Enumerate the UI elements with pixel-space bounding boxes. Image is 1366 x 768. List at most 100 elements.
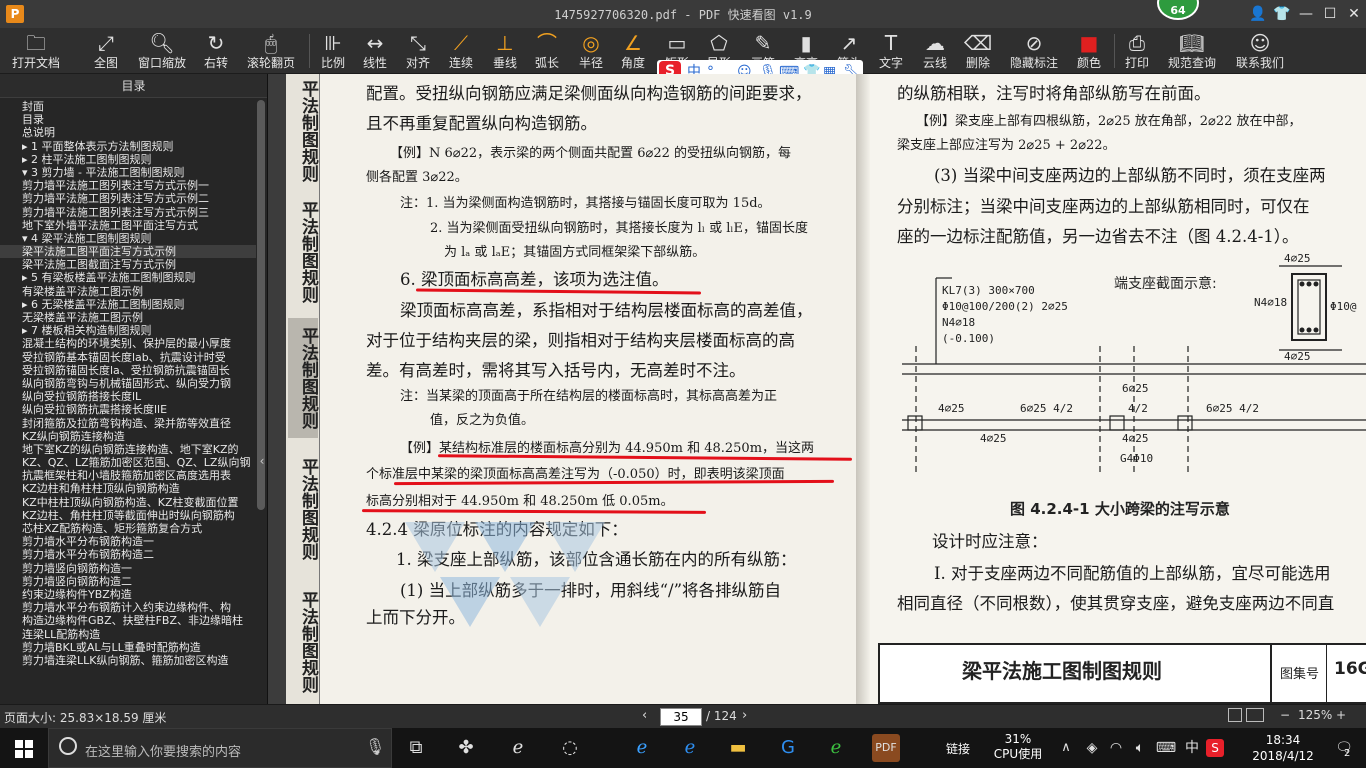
toc-item[interactable]: 纵向受拉钢筋搭接长度lL <box>0 390 256 403</box>
double-page-view-icon[interactable] <box>1246 708 1264 722</box>
toc-item[interactable]: 总说明 <box>0 126 256 139</box>
zoom-out-button[interactable]: − <box>1280 708 1290 722</box>
beam-label-line: Φ10@100/200(2) 2⌀25 <box>942 300 1068 313</box>
keyboard-icon[interactable]: ⌨ <box>1152 734 1180 762</box>
align-measure-button[interactable]: ⤡ 对齐 <box>403 30 433 72</box>
minimize-button[interactable]: — <box>1296 4 1316 24</box>
start-button[interactable] <box>0 728 48 768</box>
toc-item[interactable]: 目录 <box>0 113 256 126</box>
angle-button[interactable]: ∠ 角度 <box>618 30 648 72</box>
volume-icon[interactable]: 🔈︎ <box>1126 734 1154 762</box>
microphone-icon[interactable]: 🎙︎ <box>365 737 385 756</box>
toc-item[interactable]: KZ边柱、角柱柱顶等截面伸出时纵向钢筋构 <box>0 509 256 522</box>
maximize-button[interactable]: ☐ <box>1320 4 1340 24</box>
system-clock[interactable]: 18:34 2018/4/12 <box>1238 732 1328 764</box>
toc-item[interactable]: 混凝土结构的环境类别、保护层的最小厚度 <box>0 337 256 350</box>
toc-item[interactable]: 无梁楼盖平法施工图示例 <box>0 311 256 324</box>
toc-item[interactable]: 约束边缘构件YBZ构造 <box>0 588 256 601</box>
single-page-view-icon[interactable] <box>1228 708 1242 722</box>
toc-item[interactable]: 剪力墙BKL或AL与LL重叠时配筋构造 <box>0 641 256 654</box>
toc-item[interactable]: 剪力墙水平分布钢筋计入约束边缘构件、构 <box>0 601 256 614</box>
prev-page-button[interactable]: ‹ <box>642 708 647 723</box>
pdf-viewer-taskbar-icon[interactable]: PDF <box>872 734 900 762</box>
toc-item[interactable]: 构造边缘构件GBZ、扶壁柱FBZ、非边缘暗柱 <box>0 614 256 627</box>
toc-item[interactable]: 剪力墙平法施工图列表注写方式示例三 <box>0 206 256 219</box>
toc-item[interactable]: 受拉钢筋锚固长度la、受拉钢筋抗震锚固长 <box>0 364 256 377</box>
contact-us-button[interactable]: ☺ 联系我们 <box>1232 30 1288 72</box>
toc-list[interactable]: 封面 目录 总说明 ▸ 1 平面整体表示方法制图规则 ▸ 2 柱平法施工图制图规则 ▾ 3… <box>0 100 256 704</box>
toc-item[interactable]: ▾ 3 剪力墙 - 平法施工图制图规则 <box>0 166 256 179</box>
open-document-button[interactable]: 🗀 打开文档 <box>8 30 64 72</box>
toc-item[interactable]: KZ边柱和角柱柱顶纵向钢筋构造 <box>0 482 256 495</box>
file-explorer-icon[interactable]: ▬ <box>724 734 752 762</box>
pinwheel-app-icon[interactable]: ✤ <box>452 734 480 762</box>
toc-item[interactable]: 梁平法施工图平面注写方式示例 <box>0 245 256 259</box>
arc-length-button[interactable]: ⌒ 弧长 <box>532 30 562 72</box>
toc-item[interactable]: 剪力墙竖向钢筋构造二 <box>0 575 256 588</box>
edge-legacy-icon[interactable]: ℯ <box>504 734 532 762</box>
cloud-line-button[interactable]: ☁ 云线 <box>920 30 950 72</box>
text-button[interactable]: T 文字 <box>876 30 906 72</box>
toc-item[interactable]: 连梁LL配筋构造 <box>0 628 256 641</box>
toc-item[interactable]: 剪力墙水平分布钢筋构造一 <box>0 535 256 548</box>
wheel-page-button[interactable]: 🖱︎ 滚轮翻页 <box>244 30 298 72</box>
skin-icon[interactable]: 👕 <box>1272 4 1292 24</box>
fit-page-button[interactable]: ⤢ 全图 <box>88 30 124 72</box>
toc-item[interactable]: 抗震框架柱和小墙肢箍筋加密区高度选用表 <box>0 469 256 482</box>
rotate-right-button[interactable]: ↻ 右转 <box>200 30 232 72</box>
toc-item[interactable]: 地下室外墙平法施工图平面注写方式 <box>0 219 256 232</box>
scale-button[interactable]: ⊪ 比例 <box>318 30 348 72</box>
zoom-in-button[interactable]: + <box>1336 708 1346 722</box>
ime-indicator[interactable]: 中 <box>1178 734 1206 762</box>
standard-query-button[interactable]: 📖︎ 规范查询 <box>1164 30 1220 72</box>
toc-item[interactable]: 有梁楼盖平法施工图示例 <box>0 285 256 298</box>
toc-item[interactable]: ▸ 6 无梁楼盖平法施工图制图规则 <box>0 298 256 311</box>
toc-scrollbar[interactable] <box>257 100 265 510</box>
toc-item[interactable]: ▸ 7 楼板相关构造制图规则 <box>0 324 256 337</box>
toc-item[interactable]: 纵向受拉钢筋抗震搭接长度llE <box>0 403 256 416</box>
collapse-sidebar-icon[interactable]: ‹ <box>256 454 268 474</box>
browser-app-icon[interactable]: ◌ <box>556 734 584 762</box>
toc-item[interactable]: 封闭箍筋及拉筋弯钩构造、梁并筋等效直径 <box>0 417 256 430</box>
toc-item[interactable]: 受拉钢筋基本锚固长度lab、抗震设计时受 <box>0 351 256 364</box>
user-icon[interactable]: 👤 <box>1248 4 1268 24</box>
page-number-input[interactable]: 35 <box>660 708 702 726</box>
hide-annotation-button[interactable]: ⊘ 隐藏标注 <box>1006 30 1062 72</box>
radius-button[interactable]: ◎ 半径 <box>576 30 606 72</box>
ie-icon[interactable]: ℯ <box>676 734 704 762</box>
linear-measure-button[interactable]: ↔ 线性 <box>360 30 390 72</box>
perpendicular-button[interactable]: ⊥ 垂线 <box>490 30 520 72</box>
toc-item[interactable]: KZ中柱柱顶纵向钢筋构造、KZ柱变截面位置 <box>0 496 256 509</box>
360-browser-icon[interactable]: ℯ <box>822 734 850 762</box>
toc-item[interactable]: 芯柱XZ配筋构造、矩形箍筋复合方式 <box>0 522 256 535</box>
window-zoom-button[interactable]: 🔍︎ 窗口缩放 <box>134 30 190 72</box>
toc-item[interactable]: ▸ 5 有梁板楼盖平法施工图制图规则 <box>0 271 256 284</box>
toc-item[interactable]: 地下室KZ的纵向钢筋连接构造、地下室KZ的 <box>0 443 256 456</box>
toc-item[interactable]: 梁平法施工图截面注写方式示例 <box>0 258 256 271</box>
link-label[interactable]: 链接 <box>946 740 970 757</box>
toc-item[interactable]: ▸ 2 柱平法施工图制图规则 <box>0 153 256 166</box>
tray-expand-icon[interactable]: ∧ <box>1052 734 1080 762</box>
sogou-tray-icon[interactable]: S <box>1206 739 1224 757</box>
toc-item[interactable]: KZ纵向钢筋连接构造 <box>0 430 256 443</box>
task-view-icon[interactable]: ⧉ <box>402 734 430 762</box>
toc-item[interactable]: 剪力墙平法施工图列表注写方式示例一 <box>0 179 256 192</box>
toc-item[interactable]: 封面 <box>0 100 256 113</box>
print-button[interactable]: ⎙ 打印 <box>1122 30 1152 72</box>
toc-item[interactable]: 剪力墙连梁LLK纵向钢筋、箍筋加密区构造 <box>0 654 256 667</box>
next-page-button[interactable]: › <box>742 708 747 723</box>
toc-item[interactable]: KZ、QZ、LZ箍筋加密区范围、QZ、LZ纵向钢 <box>0 456 256 469</box>
toc-item[interactable]: 剪力墙平法施工图列表注写方式示例二 <box>0 192 256 205</box>
toc-item[interactable]: 剪力墙水平分布钢筋构造二 <box>0 548 256 561</box>
toc-item[interactable]: ▸ 1 平面整体表示方法制图规则 <box>0 140 256 153</box>
delete-button[interactable]: ⌫ 删除 <box>963 30 993 72</box>
taskbar-search[interactable]: 在这里输入你要搜索的内容 🎙︎ <box>48 728 392 768</box>
close-button[interactable]: ✕ <box>1344 4 1364 24</box>
edge-icon[interactable]: ℯ <box>628 734 656 762</box>
continuous-measure-button[interactable]: ⟋ 连续 <box>446 30 476 72</box>
color-button[interactable]: ■ 颜色 <box>1074 30 1104 72</box>
toc-item[interactable]: 纵向钢筋弯钩与机械锚固形式、纵向受力钢 <box>0 377 256 390</box>
toc-item[interactable]: 剪力墙竖向钢筋构造一 <box>0 562 256 575</box>
toc-item[interactable]: ▾ 4 梁平法施工图制图规则 <box>0 232 256 245</box>
g-app-icon[interactable]: G <box>774 734 802 762</box>
